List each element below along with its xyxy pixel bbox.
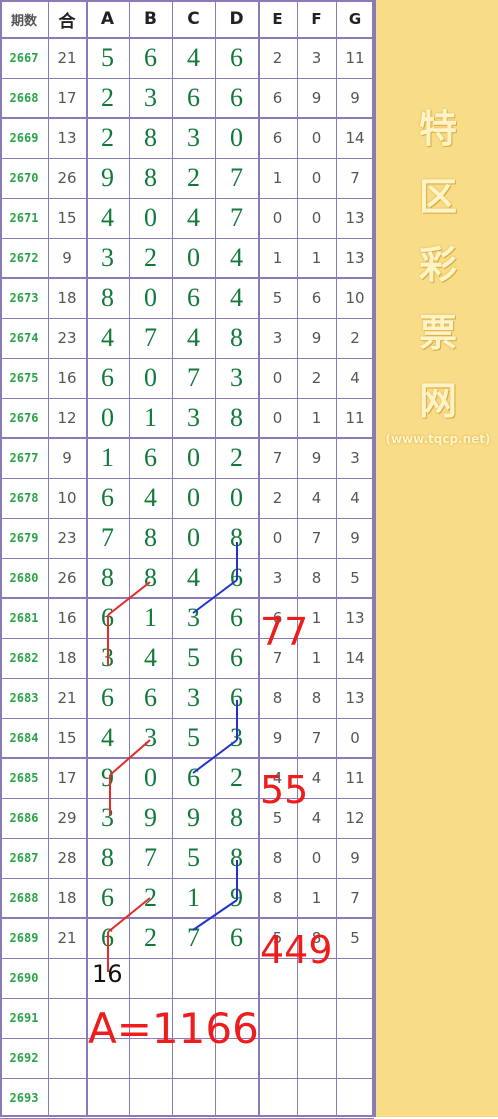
watermark-char: 特 [418,107,457,151]
annotation-449: 449 [260,928,333,972]
trend-line [107,897,151,933]
annotation-16: 16 [92,960,123,988]
annotation-a-total: A=1166 [88,1004,259,1053]
watermark-url: (www.tqcp.net) [385,432,491,446]
trend-line [107,581,151,616]
watermark-char: 彩 [418,243,457,287]
watermark-char: 网 [418,379,457,423]
trend-line [192,739,238,774]
watermark-sidebar: 特 区 彩 票 网 (www.tqcp.net) [374,0,498,1117]
trend-line [192,579,238,614]
trend-line [192,899,238,931]
trend-line [109,739,151,776]
watermark-char: 区 [418,175,457,219]
watermark-char: 票 [418,311,457,355]
annotation-55: 55 [260,768,309,812]
annotation-77: 77 [260,610,309,654]
